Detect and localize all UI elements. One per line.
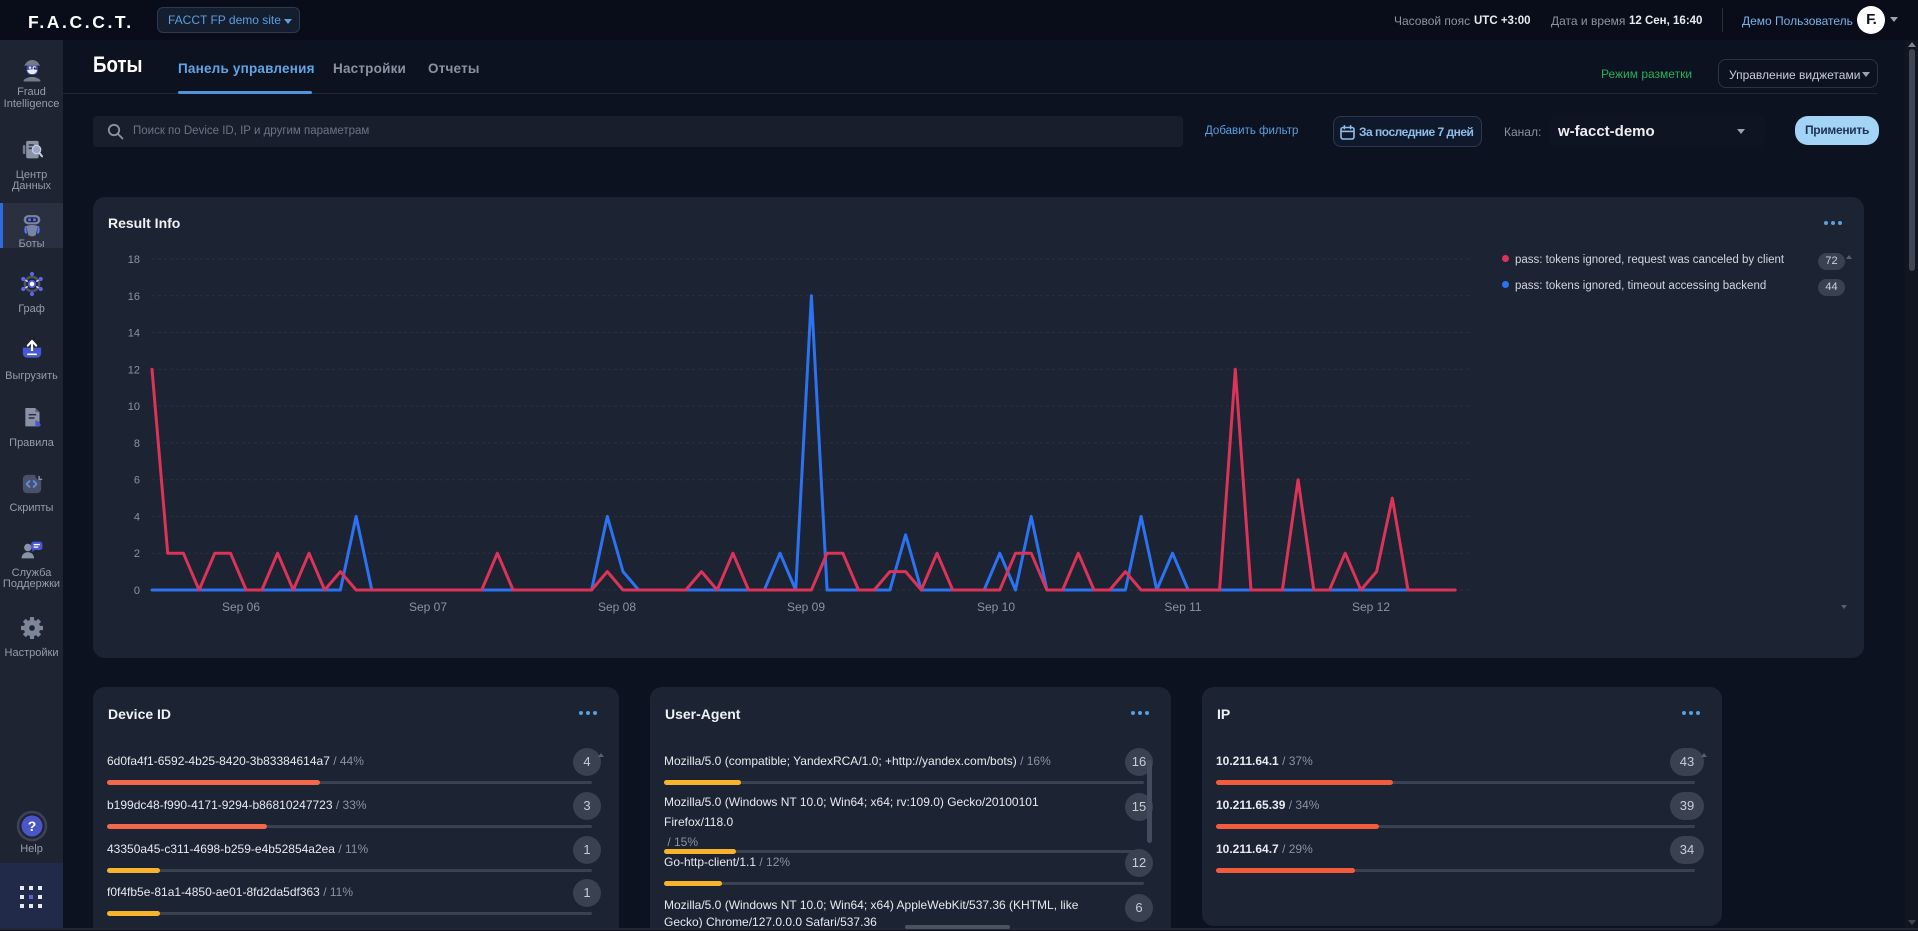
svg-text:12: 12 [128, 364, 140, 376]
svg-text:0: 0 [134, 585, 140, 597]
svg-text:8: 8 [134, 438, 140, 450]
svg-text:Sep 11: Sep 11 [1164, 600, 1201, 614]
svg-text:14: 14 [128, 328, 140, 340]
svg-text:Sep 07: Sep 07 [409, 600, 447, 614]
svg-text:16: 16 [128, 291, 140, 303]
svg-text:Sep 12: Sep 12 [1352, 600, 1390, 614]
svg-text:?: ? [27, 818, 36, 834]
svg-text:2: 2 [134, 548, 140, 560]
svg-text:Sep 06: Sep 06 [222, 600, 260, 614]
svg-text:Sep 08: Sep 08 [598, 600, 636, 614]
svg-text:Sep 10: Sep 10 [977, 600, 1015, 614]
svg-text:10: 10 [128, 401, 140, 413]
svg-text:4: 4 [134, 511, 140, 523]
svg-text:Sep 09: Sep 09 [787, 600, 825, 614]
svg-text:6: 6 [134, 475, 140, 487]
svg-text:18: 18 [128, 254, 140, 266]
